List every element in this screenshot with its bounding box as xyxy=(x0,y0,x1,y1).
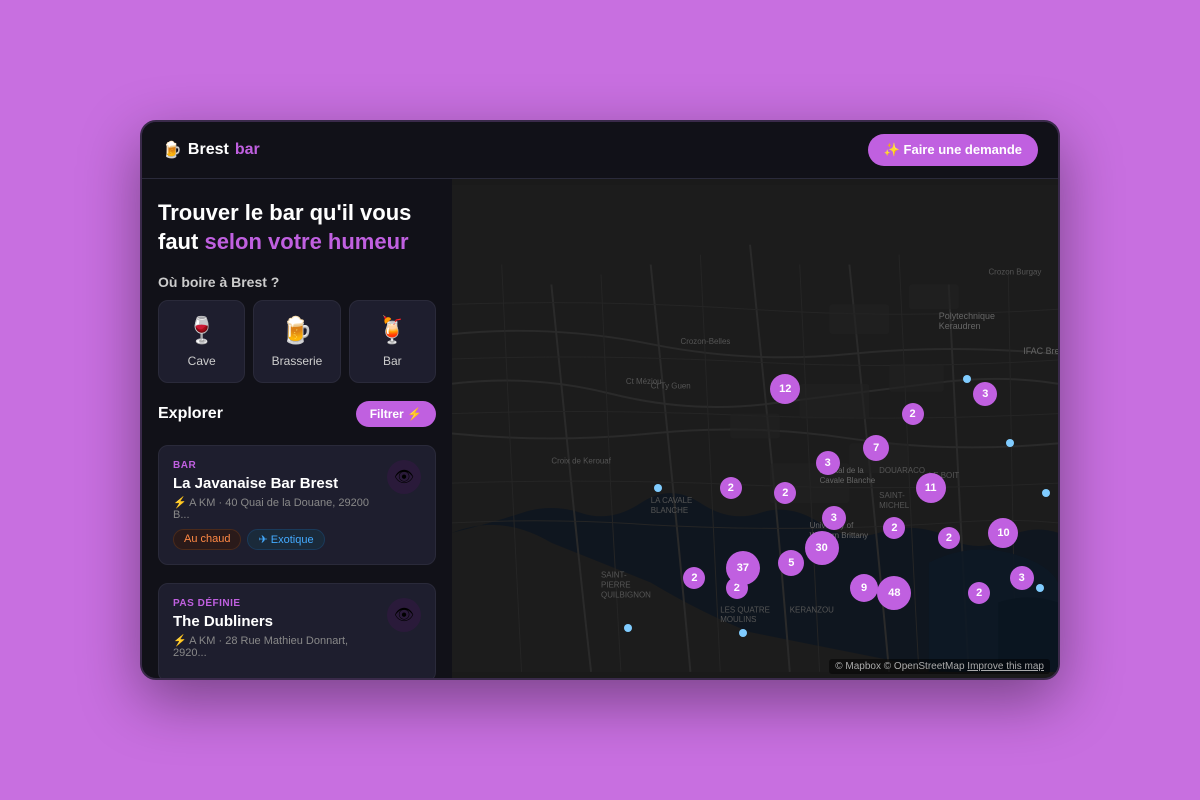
map-cluster[interactable]: 3 xyxy=(822,506,846,530)
map-cluster[interactable]: 2 xyxy=(883,517,905,539)
svg-text:Cavale Blanche: Cavale Blanche xyxy=(820,476,876,485)
map-cluster[interactable]: 2 xyxy=(968,582,990,604)
svg-text:Polytechnique: Polytechnique xyxy=(939,311,995,321)
svg-text:Crozon-Belles: Crozon-Belles xyxy=(680,337,730,346)
map-cluster[interactable]: 12 xyxy=(770,374,800,404)
map-attribution: © Mapbox © OpenStreetMap Improve this ma… xyxy=(829,659,1050,674)
brand: 🍺 Brest bar xyxy=(162,140,260,160)
svg-text:Ct Méziou: Ct Méziou xyxy=(626,377,662,386)
svg-text:Crozon Burgay: Crozon Burgay xyxy=(988,268,1041,277)
brasserie-emoji: 🍺 xyxy=(281,315,313,346)
map-cluster[interactable]: 2 xyxy=(902,403,924,425)
map-cluster[interactable]: 2 xyxy=(774,482,796,504)
svg-text:Croix de Kerouaf: Croix de Kerouaf xyxy=(551,456,611,465)
svg-text:SAINT-: SAINT- xyxy=(879,491,905,500)
svg-text:PIERRE: PIERRE xyxy=(601,580,631,589)
place-name-1: The Dubliners xyxy=(173,613,377,630)
improve-map-link[interactable]: Improve this map xyxy=(967,661,1044,672)
map-dot xyxy=(1042,489,1050,497)
place-tags-0: Au chaud ✈ Exotique xyxy=(173,529,377,550)
svg-text:LA CAVALE: LA CAVALE xyxy=(651,496,693,505)
svg-text:MOULINS: MOULINS xyxy=(720,615,756,624)
place-info-0: BAR La Javanaise Bar Brest ⚡ A KM · 40 Q… xyxy=(173,460,377,550)
bar-label: Bar xyxy=(383,354,402,368)
svg-text:Keraudren: Keraudren xyxy=(939,321,981,331)
category-section: Où boire à Brest ? 🍷 Cave 🍺 Brasserie 🍹 xyxy=(158,274,436,383)
brand-emoji: 🍺 xyxy=(162,140,182,160)
place-type-0: BAR xyxy=(173,460,377,471)
category-brasserie[interactable]: 🍺 Brasserie xyxy=(253,300,340,383)
brand-bar: bar xyxy=(235,141,260,159)
map-dot xyxy=(624,624,632,632)
map-cluster[interactable]: 30 xyxy=(805,531,839,565)
map-cluster[interactable]: 3 xyxy=(973,382,997,406)
explorer-header: Explorer Filtrer ⚡ xyxy=(158,401,436,427)
cta-button[interactable]: ✨ Faire une demande xyxy=(868,134,1038,166)
place-type-1: PAS DÉFINIE xyxy=(173,598,377,609)
brand-brest: Brest xyxy=(188,141,229,159)
map-dot xyxy=(963,375,971,383)
svg-text:MICHEL: MICHEL xyxy=(879,501,910,510)
svg-text:BLANCHE: BLANCHE xyxy=(651,506,689,515)
where-label: Où boire à Brest ? xyxy=(158,274,436,290)
explorer-title: Explorer xyxy=(158,405,223,423)
map-dot xyxy=(1036,584,1044,592)
app-frame: 🍺 Brest bar ✨ Faire une demande Trouver … xyxy=(140,120,1060,680)
tag-hot: Au chaud xyxy=(173,529,241,550)
category-bar[interactable]: 🍹 Bar xyxy=(349,300,436,383)
map-cluster[interactable]: 2 xyxy=(720,477,742,499)
main-layout: Trouver le bar qu'il vous faut selon vot… xyxy=(142,179,1058,678)
cave-emoji: 🍷 xyxy=(185,315,217,346)
svg-text:DOUARACO: DOUARACO xyxy=(879,466,925,475)
explorer-section: Explorer Filtrer ⚡ xyxy=(158,401,436,427)
map-cluster[interactable]: 3 xyxy=(1010,566,1034,590)
map-dot xyxy=(654,484,662,492)
map-cluster[interactable]: 5 xyxy=(778,550,804,576)
category-grid: 🍷 Cave 🍺 Brasserie 🍹 Bar xyxy=(158,300,436,383)
map-cluster[interactable]: 3 xyxy=(816,451,840,475)
place-address-1: ⚡ A KM · 28 Rue Mathieu Donnart, 2920... xyxy=(173,634,377,659)
map-cluster[interactable]: 11 xyxy=(916,473,946,503)
place-card-0[interactable]: BAR La Javanaise Bar Brest ⚡ A KM · 40 Q… xyxy=(158,445,436,565)
map-cluster[interactable]: 7 xyxy=(863,435,889,461)
map-cluster[interactable]: 48 xyxy=(877,576,911,610)
map-cluster[interactable]: 9 xyxy=(850,574,878,602)
place-name-0: La Javanaise Bar Brest xyxy=(173,475,377,492)
bar-emoji: 🍹 xyxy=(376,315,408,346)
left-panel: Trouver le bar qu'il vous faut selon vot… xyxy=(142,179,452,678)
svg-text:LES QUATRE: LES QUATRE xyxy=(720,605,770,614)
hero-title: Trouver le bar qu'il vous faut selon vot… xyxy=(158,199,436,256)
place-info-1: PAS DÉFINIE The Dubliners ⚡ A KM · 28 Ru… xyxy=(173,598,377,667)
svg-text:Ct Ty Guen: Ct Ty Guen xyxy=(651,382,691,391)
place-card-1[interactable]: PAS DÉFINIE The Dubliners ⚡ A KM · 28 Ru… xyxy=(158,583,436,678)
map-canvas: Polytechnique Keraudren IFAC Brest Hôpit… xyxy=(452,179,1058,678)
category-cave[interactable]: 🍷 Cave xyxy=(158,300,245,383)
header: 🍺 Brest bar ✨ Faire une demande xyxy=(142,122,1058,179)
cave-label: Cave xyxy=(188,354,216,368)
svg-text:SAINT-: SAINT- xyxy=(601,571,627,580)
place-icon-0: 👁 xyxy=(387,460,421,494)
tag-exotic: ✈ Exotique xyxy=(247,529,324,550)
map-cluster[interactable]: 10 xyxy=(988,518,1018,548)
brasserie-label: Brasserie xyxy=(272,354,323,368)
place-address-0: ⚡ A KM · 40 Quai de la Douane, 29200 B..… xyxy=(173,496,377,521)
map-dot xyxy=(739,629,747,637)
svg-text:KERANZOU: KERANZOU xyxy=(790,605,834,614)
filter-button[interactable]: Filtrer ⚡ xyxy=(356,401,436,427)
place-icon-1: 👁 xyxy=(387,598,421,632)
map-cluster[interactable]: 37 xyxy=(726,551,760,585)
map-area[interactable]: Polytechnique Keraudren IFAC Brest Hôpit… xyxy=(452,179,1058,678)
svg-text:IFAC Brest: IFAC Brest xyxy=(1023,346,1058,356)
map-cluster[interactable]: 2 xyxy=(683,567,705,589)
svg-text:QUILBIGNON: QUILBIGNON xyxy=(601,590,651,599)
map-dot xyxy=(1006,439,1014,447)
map-cluster[interactable]: 2 xyxy=(938,527,960,549)
